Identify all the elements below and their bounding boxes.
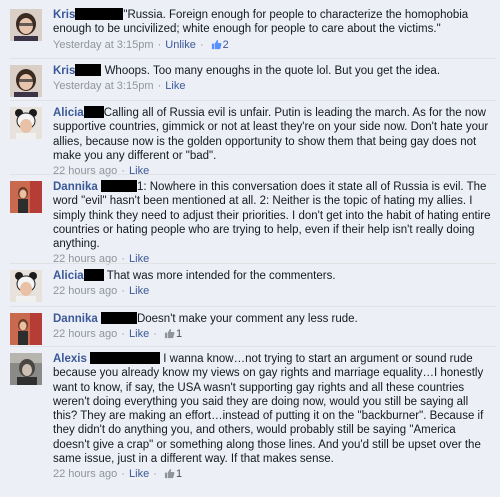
like-button[interactable]: Like <box>129 285 149 297</box>
comment-text: Calling all of Russia evil is unfair. Pu… <box>53 107 489 162</box>
like-count[interactable]: 1 <box>176 468 182 480</box>
alexis-avatar-icon[interactable] <box>10 353 42 385</box>
comment-item: Alexis I wanna know…not trying to start … <box>10 346 496 496</box>
like-button[interactable]: Like <box>129 328 149 340</box>
comment-author-name[interactable]: Alicia <box>53 107 84 119</box>
like-count[interactable]: 1 <box>176 328 182 340</box>
comment-author-name[interactable]: Alexis <box>53 353 87 365</box>
comment-timestamp[interactable]: 22 hours ago <box>53 328 117 340</box>
like-count[interactable]: 2 <box>223 39 229 51</box>
comment-timestamp[interactable]: 22 hours ago <box>53 468 117 480</box>
alicia-avatar-icon[interactable] <box>10 107 42 139</box>
comment-meta: 22 hours ago · Like <box>53 285 150 298</box>
redaction-bar <box>83 106 104 118</box>
like-button[interactable]: Like <box>165 80 185 92</box>
thumbs-up-icon[interactable] <box>164 468 175 483</box>
kris-avatar-icon[interactable] <box>10 9 42 41</box>
dannika-avatar-icon[interactable] <box>10 313 42 345</box>
redaction-bar <box>75 64 102 76</box>
comment-author-name[interactable]: Kris <box>53 65 75 77</box>
comment-author-name[interactable]: Dannika <box>53 181 98 193</box>
comment-item: Alicia Calling all of Russia evil is unfa… <box>10 100 496 177</box>
alicia-avatar-icon[interactable] <box>10 270 42 302</box>
comment-timestamp[interactable]: Yesterday at 3:15pm <box>53 39 154 51</box>
comment-timestamp[interactable]: Yesterday at 3:15pm <box>53 80 154 92</box>
comment-item: Dannika Doesn't make your comment any le… <box>10 306 496 346</box>
redaction-bar <box>90 352 161 364</box>
comment-meta: 22 hours ago · Like · 1 <box>53 467 493 483</box>
redaction-bar <box>100 312 137 324</box>
kris-avatar-icon[interactable] <box>10 65 42 97</box>
unlike-button[interactable]: Unlike <box>165 39 196 51</box>
comment-author-name[interactable]: Alicia <box>53 270 84 282</box>
comment-meta: Yesterday at 3:15pm · Unlike · 2 <box>53 38 493 54</box>
redaction-bar <box>100 180 137 192</box>
comment-item: Dannika 1: Nowhere in this conversation … <box>10 174 496 265</box>
comment-text: Whoops. Too many enoughs in the quote lo… <box>104 65 441 77</box>
redaction-bar <box>75 8 124 20</box>
comment-item: Alicia That was more intended for the co… <box>10 263 496 306</box>
thumbs-up-icon[interactable] <box>211 39 222 54</box>
dannika-avatar-icon[interactable] <box>10 181 42 213</box>
like-button[interactable]: Like <box>129 468 149 480</box>
comment-meta: 22 hours ago · Like · 1 <box>53 327 493 343</box>
comment-text: Doesn't make your comment any less rude. <box>136 313 358 325</box>
comment-item: Kris "Russia. Foreign enough for people t… <box>10 3 496 58</box>
comment-meta: Yesterday at 3:15pm · Like <box>53 80 186 93</box>
redaction-bar <box>83 269 104 281</box>
comment-text: That was more intended for the commenter… <box>106 270 336 282</box>
thumbs-up-icon[interactable] <box>164 328 175 343</box>
comment-text: I wanna know…not trying to start an argu… <box>53 353 484 466</box>
comment-author-name[interactable]: Dannika <box>53 313 98 325</box>
comment-author-name[interactable]: Kris <box>53 9 75 21</box>
comment-item: Kris Whoops. Too many enoughs in the quo… <box>10 58 496 100</box>
comment-timestamp[interactable]: 22 hours ago <box>53 285 117 297</box>
